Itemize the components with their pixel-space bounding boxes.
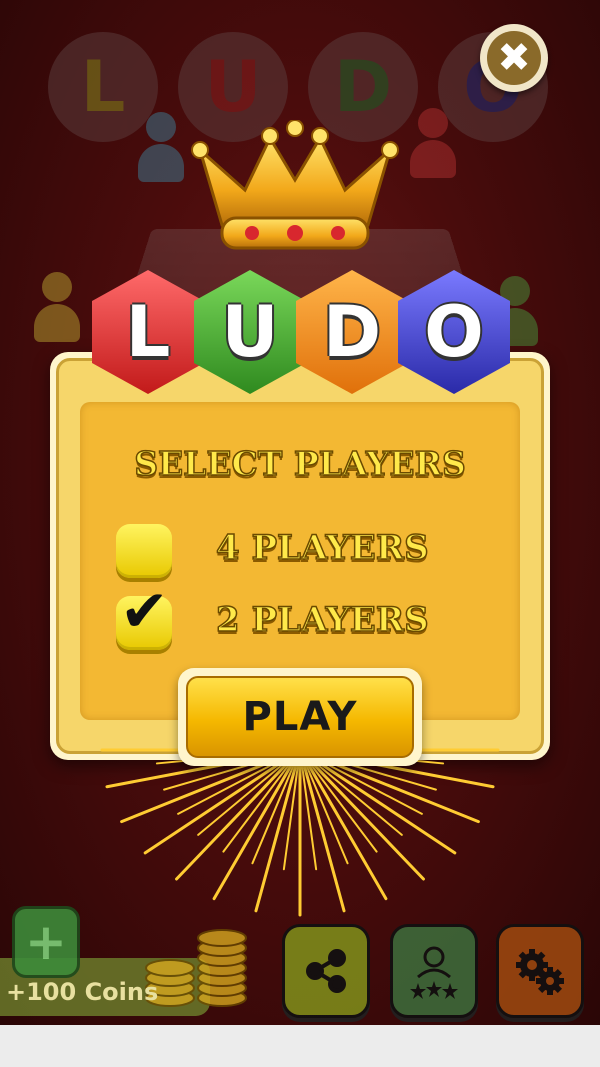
checkmark-icon: ✔ — [120, 577, 169, 645]
add-coins-icon: + — [25, 913, 67, 971]
light-rays — [100, 748, 500, 917]
option-2-players[interactable]: ✔ 2 PLAYERS — [50, 582, 550, 656]
logo-letter-d: D — [322, 291, 382, 373]
play-label: PLAY — [242, 694, 358, 740]
checkbox-4-players[interactable] — [116, 524, 172, 578]
close-icon: ✖ — [487, 31, 541, 85]
game-screen: L U D O ✖ SELECT PLAYERS 4 PLAYERS ✔ 2 P… — [0, 0, 600, 1025]
settings-button[interactable] — [496, 924, 584, 1018]
option-4-players[interactable]: 4 PLAYERS — [50, 524, 550, 584]
logo-hex-o: O — [398, 270, 510, 394]
coins-label[interactable]: +100 Coins — [6, 978, 158, 1006]
background-pawn-red — [410, 108, 456, 178]
option-label: 2 PLAYERS — [215, 599, 429, 641]
crown-icon — [191, 120, 399, 250]
logo-letter-o: O — [424, 291, 484, 373]
logo-hex-u: U — [194, 270, 306, 394]
leaderboard-icon — [410, 946, 458, 999]
background-pawn-yellow — [34, 272, 80, 342]
close-button[interactable]: ✖ — [480, 24, 548, 92]
logo-hex-l: L — [92, 270, 204, 394]
dialog-title: SELECT PLAYERS — [133, 443, 466, 484]
settings-icon — [516, 949, 564, 995]
background-pawn-blue — [138, 112, 184, 182]
logo-hex-d: D — [296, 270, 408, 394]
play-button-face: PLAY — [186, 676, 414, 758]
logo-letter-u: U — [221, 291, 279, 373]
leaderboard-button[interactable] — [390, 924, 478, 1018]
ludo-logo: L U D O — [92, 270, 516, 400]
share-button[interactable] — [282, 924, 370, 1018]
play-button[interactable]: PLAY — [178, 668, 422, 766]
logo-letter-l: L — [125, 291, 171, 373]
option-label: 4 PLAYERS — [215, 527, 429, 569]
checkbox-2-players[interactable]: ✔ — [116, 582, 172, 650]
share-icon — [306, 949, 346, 993]
add-coins-button[interactable]: + — [12, 906, 80, 978]
